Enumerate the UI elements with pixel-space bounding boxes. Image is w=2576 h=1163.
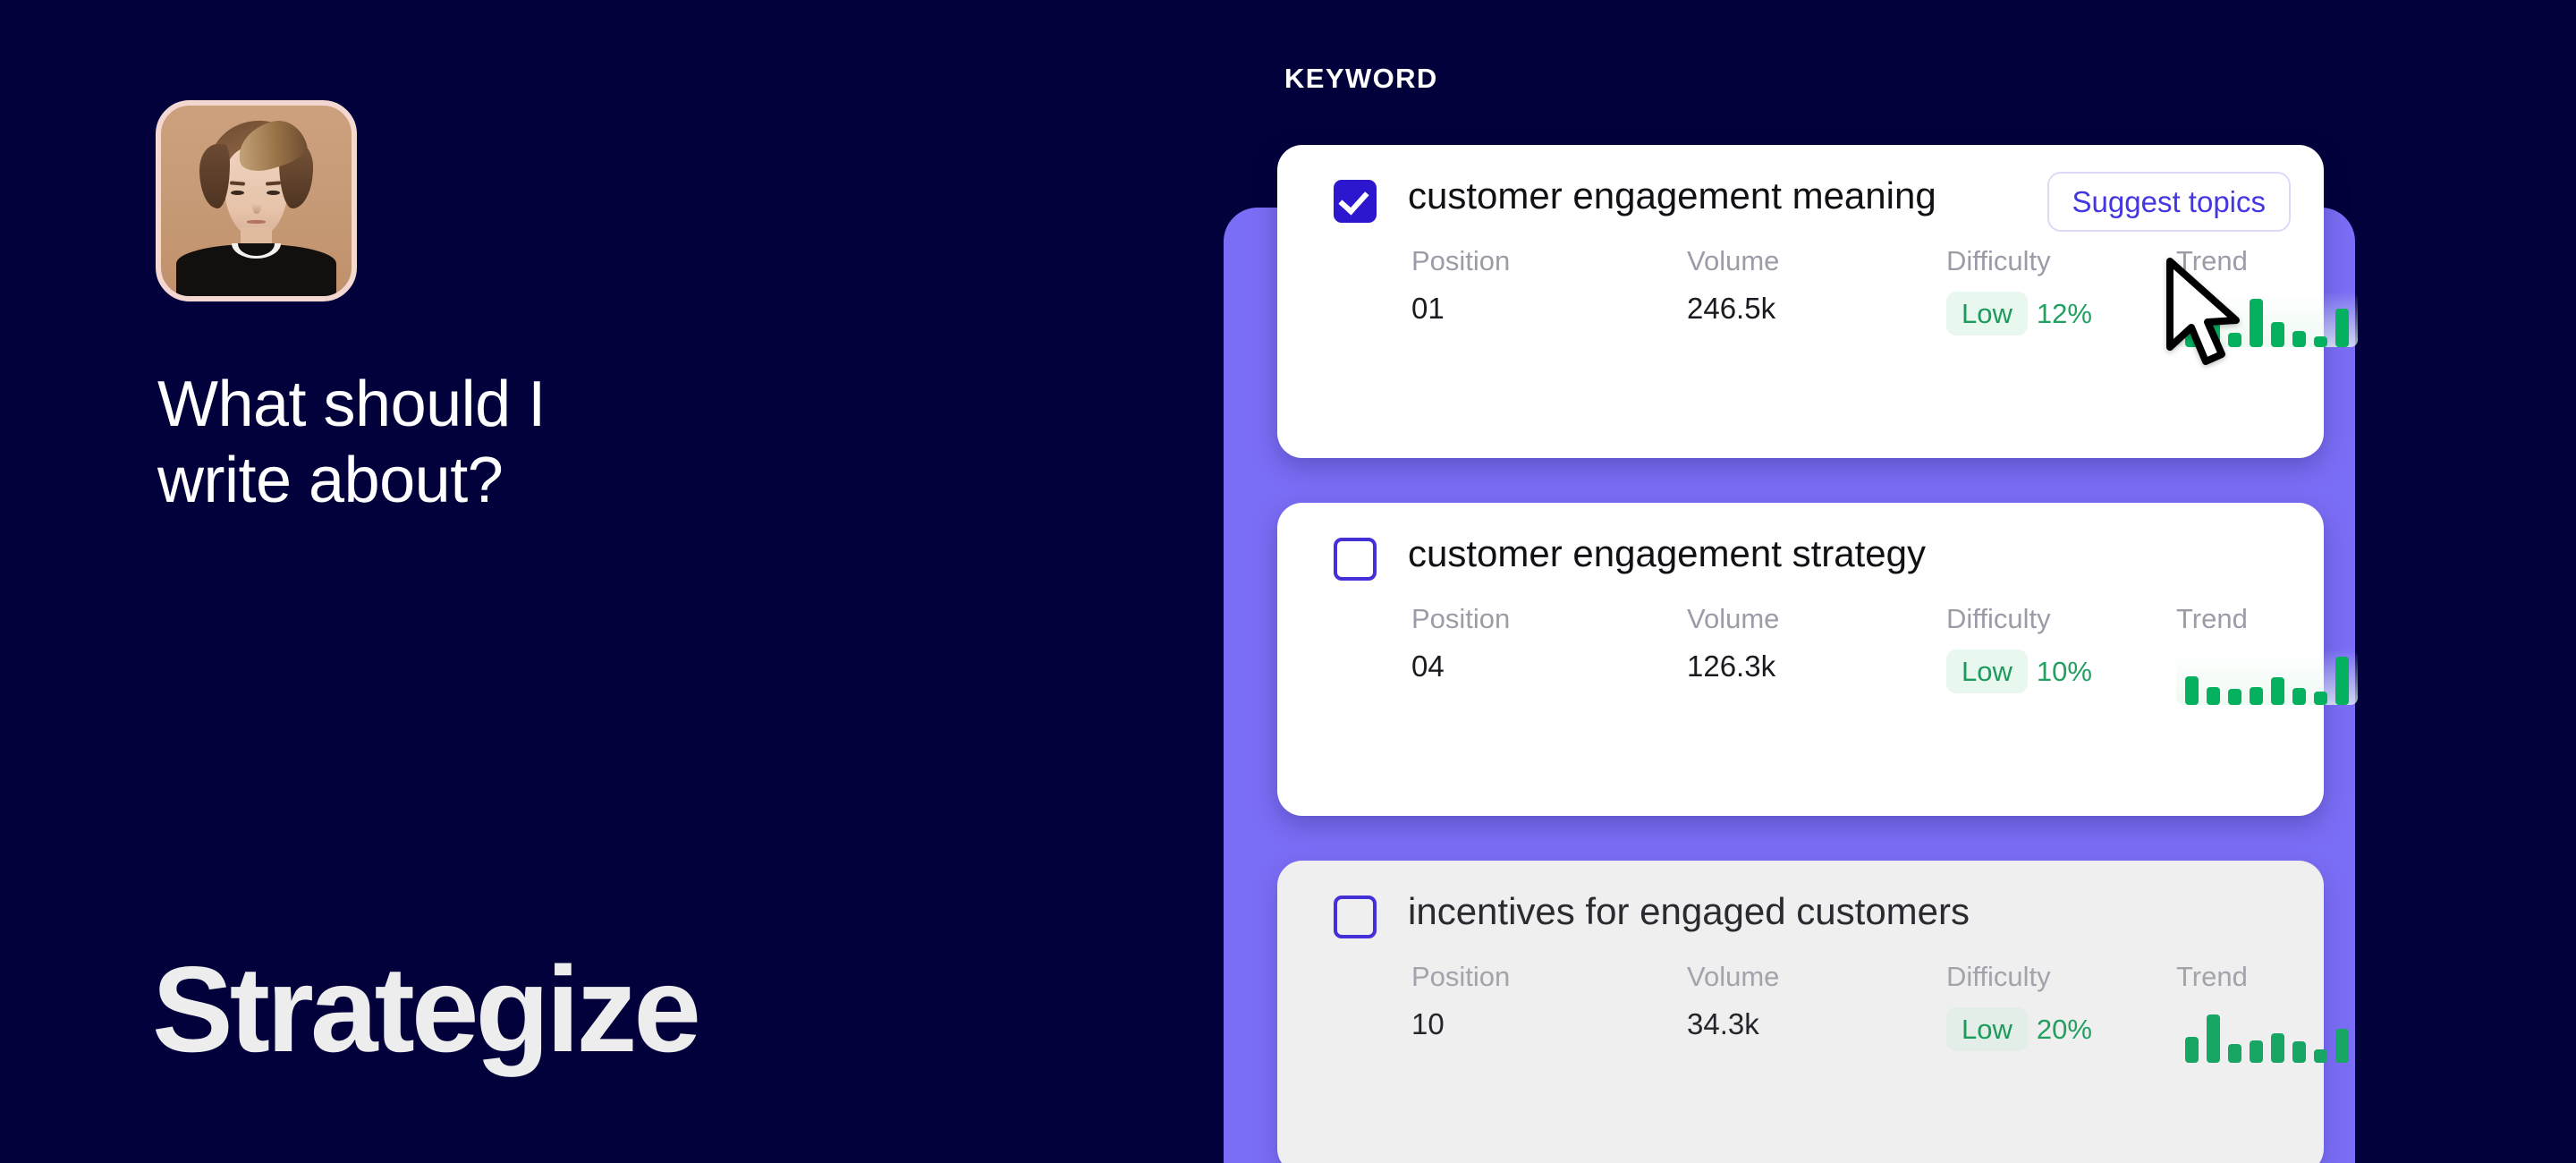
keyword-card-header: customer engagement strategy: [1277, 503, 2324, 603]
difficulty-percent: 12%: [2036, 297, 2092, 329]
stat-label-position: Position: [1411, 603, 1511, 634]
stat-label-volume: Volume: [1687, 603, 1780, 634]
trend-bar: [2335, 657, 2349, 705]
trend-bar: [2228, 689, 2241, 705]
stat-label-difficulty: Difficulty: [1946, 603, 2051, 634]
trend-bar: [2314, 335, 2327, 347]
trend-bar: [2228, 1043, 2241, 1063]
stat-value-difficulty: Low 12%: [1946, 292, 2092, 335]
trend-bar: [2250, 686, 2263, 705]
trend-sparkline: [2176, 649, 2358, 705]
stat-values-row: 10 34.3k Low 20%: [1277, 1007, 2349, 1070]
checkbox-unchecked[interactable]: [1334, 896, 1377, 938]
keyword-card-header: incentives for engaged customers: [1277, 861, 2324, 961]
trend-sparkline: [2176, 1007, 2358, 1063]
stat-value-volume: 34.3k: [1687, 1007, 1759, 1040]
difficulty-percent: 10%: [2036, 655, 2092, 687]
stat-label-trend: Trend: [2176, 961, 2248, 992]
trend-bar: [2207, 1014, 2220, 1063]
trend-bar: [2292, 1041, 2306, 1063]
stat-labels-row: Position Volume Difficulty Trend: [1277, 961, 2324, 1007]
trend-bar: [2250, 1040, 2263, 1063]
difficulty-badge: Low: [1946, 292, 2028, 335]
stat-value-volume: 126.3k: [1687, 649, 1776, 683]
trend-bar: [2292, 330, 2306, 347]
stat-label-volume: Volume: [1687, 961, 1780, 992]
keyword-card[interactable]: customer engagement meaning Suggest topic…: [1277, 145, 2358, 458]
keyword-title: customer engagement meaning: [1408, 174, 1936, 216]
keyword-card-header: customer engagement meaning Suggest topic…: [1277, 145, 2324, 245]
trend-bar: [2271, 676, 2284, 705]
trend-bar: [2335, 309, 2349, 347]
trend-bar: [2228, 333, 2241, 347]
checkbox-unchecked[interactable]: [1334, 538, 1377, 581]
stat-value-position: 04: [1411, 649, 1445, 683]
trend-bar: [2185, 1037, 2199, 1063]
trend-bar: [2207, 312, 2220, 347]
stat-value-difficulty: Low 20%: [1946, 1007, 2092, 1051]
difficulty-percent: 20%: [2036, 1013, 2092, 1045]
check-icon: [1338, 183, 1369, 216]
keyword-title: customer engagement strategy: [1408, 532, 1926, 574]
trend-bar: [2250, 299, 2263, 347]
trend-sparkline: [2176, 292, 2358, 347]
stat-label-position: Position: [1411, 245, 1511, 276]
trend-bar: [2185, 324, 2199, 347]
stat-value-position: 01: [1411, 292, 1445, 325]
trend-bar: [2207, 686, 2220, 705]
trend-bar: [2292, 688, 2306, 705]
stat-label-position: Position: [1411, 961, 1511, 992]
stat-values-row: 01 246.5k Low 12%: [1277, 292, 2358, 354]
trend-bar: [2314, 1048, 2327, 1063]
keyword-card[interactable]: incentives for engaged customers Position…: [1277, 861, 2349, 1163]
checkbox-checked[interactable]: [1334, 180, 1377, 223]
stat-label-difficulty: Difficulty: [1946, 961, 2051, 992]
difficulty-badge: Low: [1946, 1007, 2028, 1051]
trend-bar: [2335, 1029, 2349, 1063]
stat-value-difficulty: Low 10%: [1946, 649, 2092, 693]
keyword-title: incentives for engaged customers: [1408, 890, 1970, 932]
keyword-cards-container: customer engagement meaning Suggest topic…: [0, 0, 2576, 1163]
stat-value-volume: 246.5k: [1687, 292, 1776, 325]
trend-bar: [2314, 692, 2327, 705]
stat-value-position: 10: [1411, 1007, 1445, 1040]
suggest-topics-button[interactable]: Suggest topics: [2046, 172, 2291, 232]
stat-labels-row: Position Volume Difficulty Trend: [1277, 245, 2324, 292]
stat-values-row: 04 126.3k Low 10%: [1277, 649, 2358, 712]
trend-bar: [2185, 675, 2199, 705]
stat-label-trend: Trend: [2176, 603, 2248, 634]
keyword-card[interactable]: customer engagement strategy Position Volu…: [1277, 503, 2358, 816]
trend-bar: [2271, 1033, 2284, 1063]
stat-label-difficulty: Difficulty: [1946, 245, 2051, 276]
stat-label-volume: Volume: [1687, 245, 1780, 276]
trend-bar: [2271, 321, 2284, 347]
difficulty-badge: Low: [1946, 649, 2028, 693]
stat-label-trend: Trend: [2176, 245, 2248, 276]
stat-labels-row: Position Volume Difficulty Trend: [1277, 603, 2324, 649]
